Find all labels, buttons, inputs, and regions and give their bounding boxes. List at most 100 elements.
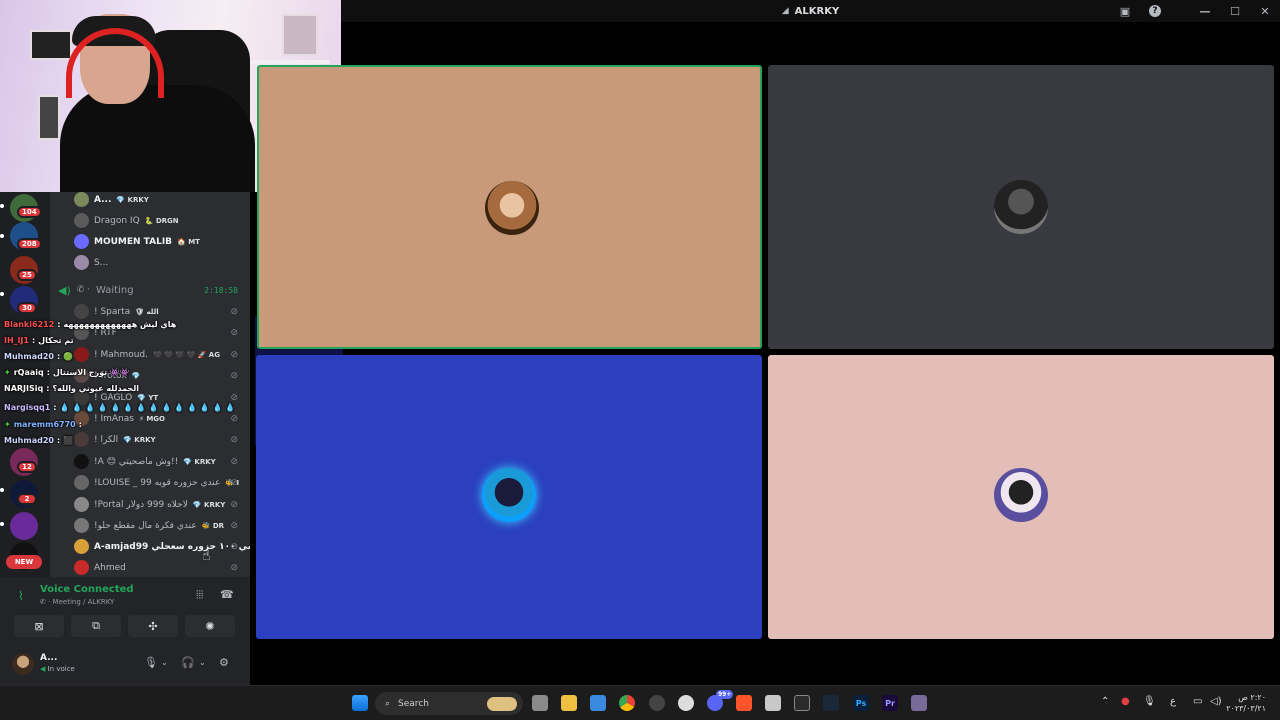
photoshop-icon[interactable]: Ps: [853, 695, 869, 711]
avatar: [74, 454, 89, 469]
voice-icon: ◀: [40, 665, 48, 673]
avatar[interactable]: [12, 653, 34, 675]
deafened-icon: ⊘: [230, 306, 238, 317]
wall-frame: [38, 95, 60, 140]
chat-username: Muhmad20: [4, 435, 54, 445]
language-icon[interactable]: ع: [1170, 696, 1176, 707]
tray-app-icon[interactable]: ●: [1121, 696, 1130, 707]
muted-user[interactable]: !عندي فكرة مال مقطع حلو 🐝 DR ⊘: [74, 515, 250, 536]
chrome-icon[interactable]: [619, 695, 635, 711]
chat-text: 💧 💧 💧 💧 💧 💧 💧 💧 💧 💧 💧 💧 💧 💧: [59, 402, 236, 412]
muted-user[interactable]: Ahmed ⊘: [74, 557, 250, 577]
media-app-icon[interactable]: [765, 695, 781, 711]
capcut-icon[interactable]: [794, 695, 810, 711]
store-icon[interactable]: [590, 695, 606, 711]
voice-user-name: !عندي فكرة مال مقطع حلو: [94, 520, 197, 531]
voice-channel-path-text: Meeting / ALKRKY: [52, 598, 115, 606]
settings-gear-icon[interactable]: ⚙: [219, 656, 229, 669]
user-name[interactable]: A...: [40, 653, 57, 663]
taskbar-search[interactable]: ⌕ Search: [375, 692, 523, 715]
chat-message: NARJISiq : الحمدلله عيوني والله؟: [4, 383, 139, 393]
activities-button[interactable]: ✣: [128, 615, 178, 637]
signal-icon[interactable]: ⌇: [18, 589, 24, 603]
voice-user[interactable]: A... 💎 KRKY: [74, 192, 250, 210]
new-badge[interactable]: NEW: [6, 555, 42, 569]
camera-off-button[interactable]: ⊠: [14, 615, 64, 637]
brave-icon[interactable]: [736, 695, 752, 711]
chat-message: Blanki6212 : هاي ليش هههههههههههههه: [4, 319, 177, 329]
avatar: [74, 234, 89, 249]
server-badge: 30: [17, 302, 37, 314]
maximize-button[interactable]: ☐: [1220, 0, 1250, 22]
app-icon[interactable]: [911, 695, 927, 711]
network-icon[interactable]: ▭: [1193, 696, 1202, 707]
tray-microphone-icon[interactable]: 🎙: [1143, 696, 1156, 707]
voice-user[interactable]: S...: [74, 252, 250, 273]
volume-icon[interactable]: ◁): [1210, 696, 1222, 707]
microphone-icon[interactable]: 🎙: [144, 656, 158, 669]
avatar: [74, 213, 89, 228]
activities-icon: ✣: [148, 619, 158, 633]
voice-user-name: Dragon IQ: [94, 215, 140, 226]
close-button[interactable]: ✕: [1250, 0, 1280, 22]
deafened-icon: ⊘: [230, 562, 238, 573]
chevron-down-icon[interactable]: ⌄: [199, 658, 206, 667]
clock-date: ٢٠٢٣/٠٣/٢١: [1226, 704, 1266, 713]
search-icon: ⌕: [385, 698, 391, 709]
voice-tile[interactable]: [256, 355, 762, 639]
muted-user[interactable]: !Portal لأحلاه 999 دولار 💎 KRKY ⊘: [74, 494, 250, 515]
avatar: [74, 475, 89, 490]
voice-user[interactable]: Dragon IQ 🐍 DRGN: [74, 210, 250, 231]
muted-user[interactable]: A-amjad99 سي ١٠٠ حزوره سعحلي ⊘: [74, 536, 250, 557]
minimize-button[interactable]: —: [1190, 0, 1220, 22]
muted-user[interactable]: !LOUISE _ 99 عندي حزوره قويه 🐝 I ⊘: [74, 472, 250, 493]
voice-user[interactable]: MOUMEN TALIB 🏠 MT: [74, 231, 250, 252]
voice-user-tag: 🏠 MT: [177, 237, 200, 246]
inbox-icon[interactable]: ▣: [1110, 0, 1140, 22]
voice-user-name: A-amjad99 سي ١٠٠ حزوره سعحلي: [94, 541, 250, 552]
tray-chevron-up-icon[interactable]: ⌃: [1101, 696, 1109, 707]
participant-avatar: [994, 468, 1048, 522]
voice-user-name: !Portal لأحلاه 999 دولار: [94, 499, 188, 510]
voice-user-tag: 🐍 DRGN: [144, 216, 179, 225]
chat-text: تورج الاستتال 👾👾: [52, 367, 130, 377]
chat-username: Blanki6212: [4, 319, 55, 329]
user-status: ◀ In voice: [40, 665, 75, 673]
steam-icon[interactable]: [823, 695, 839, 711]
avatar: [74, 560, 89, 575]
waiting-channel[interactable]: ◀) ✆ · Waiting 2:18:58: [58, 282, 248, 298]
chat-message: IH_lJ1 : تم تحكال: [4, 335, 74, 345]
voice-tile[interactable]: [768, 355, 1274, 639]
soundboard-button[interactable]: ✺: [185, 615, 235, 637]
title-controls: ▣ ? — ☐ ✕: [1110, 0, 1280, 22]
unread-dot: [0, 204, 4, 208]
taskbar-clock[interactable]: ٢:٢٠ ص ٢٠٢٣/٠٣/٢١: [1226, 692, 1266, 714]
task-view-icon[interactable]: [532, 695, 548, 711]
steelseries-icon[interactable]: [649, 695, 665, 711]
windows-start-icon[interactable]: [352, 695, 368, 711]
muted-user[interactable]: !A 😊 وش ماصحيتي!! 💎 KRKY ⊘: [74, 451, 250, 472]
chat-message: Muhmad20 : ⬛: [4, 435, 74, 445]
headphones-icon[interactable]: 🎧: [181, 656, 195, 669]
server-badge: 12: [17, 461, 37, 473]
voice-status[interactable]: Voice Connected: [40, 584, 134, 595]
chat-text: الحمدلله عيوني والله؟: [52, 383, 139, 393]
screen-share-button[interactable]: ⧉: [71, 615, 121, 637]
steelseries-gg-icon[interactable]: [678, 695, 694, 711]
voice-tile[interactable]: [768, 65, 1274, 349]
chat-username: Nargisqq1: [4, 402, 51, 412]
voice-tile-speaking[interactable]: [257, 65, 762, 349]
file-explorer-icon[interactable]: [561, 695, 577, 711]
voice-channel-path[interactable]: ✆ · Meeting / ALKRKY: [40, 598, 114, 606]
chat-text: تم تحكال: [38, 335, 74, 345]
chat-username: maremm6770: [13, 419, 76, 429]
stream-chat-overlay: Blanki6212 : هاي ليش هههههههههههههه IH_l…: [0, 316, 265, 446]
help-icon[interactable]: ?: [1140, 0, 1170, 22]
server-icon[interactable]: [10, 512, 38, 540]
noise-suppression-icon[interactable]: ⦙⦙⦙: [196, 588, 203, 602]
premiere-icon[interactable]: Pr: [882, 695, 898, 711]
chevron-down-icon[interactable]: ⌄: [161, 658, 168, 667]
window-title: ◢ ALKRKY: [782, 6, 839, 17]
disconnect-icon[interactable]: ☎: [220, 588, 234, 601]
screen: ◢ ALKRKY ▣ ? — ☐ ✕ 104 208 25 30 12 2 NE…: [0, 0, 1280, 720]
